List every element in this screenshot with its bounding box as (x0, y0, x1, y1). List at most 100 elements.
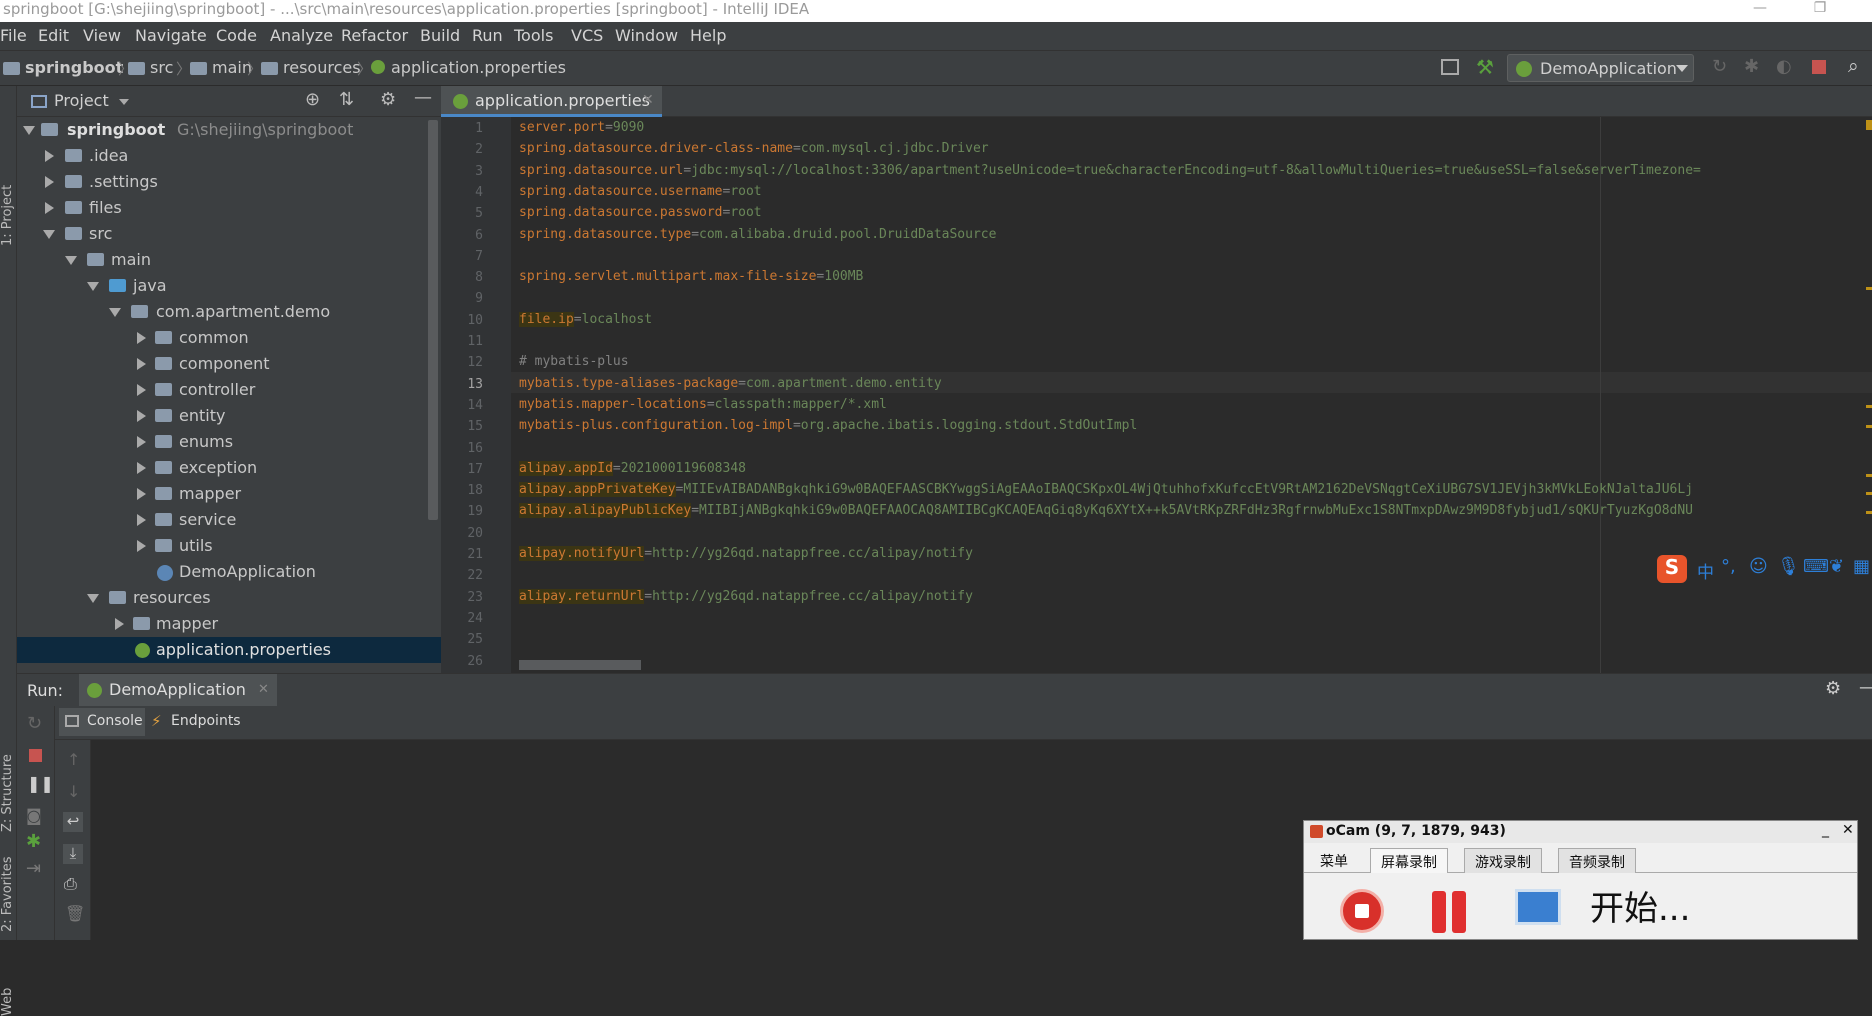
record-button[interactable] (1340, 889, 1384, 933)
tree-item-springboot[interactable]: springboot G:\shejiing\springboot (17, 117, 441, 143)
error-stripe-mark[interactable] (1866, 287, 1872, 290)
coverage-icon[interactable]: ◐ (1776, 56, 1792, 77)
expand-arrow-icon[interactable] (137, 436, 146, 448)
menu-build[interactable]: Build (420, 26, 460, 45)
gear-icon[interactable]: ⚙ (380, 89, 396, 110)
screen-capture-icon[interactable] (1515, 889, 1561, 925)
breadcrumb-item-resources[interactable]: resources (261, 58, 361, 77)
punctuation-icon[interactable]: °, (1721, 556, 1736, 577)
stripe-favorites[interactable]: 2: Favorites (0, 856, 15, 932)
menu-window[interactable]: Window (615, 26, 678, 45)
expand-arrow-icon[interactable] (137, 358, 146, 370)
tree-item-controller[interactable]: controller (17, 377, 441, 403)
close-tab-icon[interactable]: ✕ (258, 682, 269, 697)
exit-icon[interactable]: ⇥ (26, 858, 41, 879)
tree-item-common[interactable]: common (17, 325, 441, 351)
menu-navigate[interactable]: Navigate (135, 26, 207, 45)
gear-icon[interactable]: ⚙ (1825, 678, 1841, 699)
expand-arrow-icon[interactable] (115, 618, 124, 630)
menu-tools[interactable]: Tools (514, 26, 553, 45)
tree-item-settings[interactable]: .settings (17, 169, 441, 195)
breadcrumb-item-main[interactable]: main (190, 58, 252, 77)
tree-item-demoapplication[interactable]: DemoApplication (17, 559, 441, 585)
tree-item-resources-mapper[interactable]: mapper (17, 611, 441, 637)
ocam-tab-audio-record[interactable]: 音频录制 (1558, 848, 1636, 873)
collapse-all-icon[interactable]: ⇅ (339, 89, 354, 110)
tree-item-application-properties[interactable]: application.properties (17, 637, 441, 663)
hide-panel-icon[interactable]: — (414, 87, 432, 108)
tree-item-idea[interactable]: .idea (17, 143, 441, 169)
tree-item-java[interactable]: java (17, 273, 441, 299)
expand-arrow-icon[interactable] (87, 282, 99, 291)
microphone-icon[interactable]: 🎙 (1777, 556, 1800, 577)
menu-file[interactable]: File (0, 26, 27, 45)
tab-endpoints[interactable]: Endpoints (171, 713, 241, 729)
menu-refactor[interactable]: Refactor (341, 26, 408, 45)
tab-console[interactable]: Console (59, 708, 145, 736)
error-stripe-mark[interactable] (1866, 405, 1872, 408)
error-stripe-mark[interactable] (1866, 511, 1872, 514)
close-tab-icon[interactable]: ✕ (642, 92, 654, 108)
skin-icon[interactable]: ❦ (1829, 556, 1844, 577)
print-icon[interactable]: ⎙ (64, 874, 77, 894)
expand-arrow-icon[interactable] (137, 462, 146, 474)
breadcrumb-item-src[interactable]: src (128, 58, 173, 77)
run-configuration-select[interactable]: DemoApplication (1507, 54, 1694, 82)
tree-item-component[interactable]: component (17, 351, 441, 377)
ocam-tab-screen-record[interactable]: 屏幕录制 (1370, 848, 1448, 873)
expand-arrow-icon[interactable] (43, 230, 55, 239)
tree-scrollbar[interactable] (428, 120, 438, 520)
build-hammer-icon[interactable]: ⚒ (1476, 55, 1494, 79)
camera-icon[interactable]: ◙ (26, 806, 42, 825)
ime-mode-toggle[interactable]: 中 (1697, 558, 1714, 583)
tree-item-files[interactable]: files (17, 195, 441, 221)
tree-item-resources[interactable]: resources (17, 585, 441, 611)
hide-panel-icon[interactable]: — (1859, 677, 1872, 698)
close-icon[interactable]: ✕ (1842, 822, 1854, 838)
expand-arrow-icon[interactable] (137, 410, 146, 422)
expand-arrow-icon[interactable] (45, 150, 54, 162)
pause-bar-icon[interactable] (1452, 891, 1466, 933)
ocam-tab-game-record[interactable]: 游戏录制 (1464, 848, 1542, 873)
keyboard-icon[interactable]: ⌨ (1803, 556, 1829, 577)
menu-help[interactable]: Help (690, 26, 726, 45)
ocam-tab-menu[interactable]: 菜单 (1310, 848, 1358, 873)
tree-item-enums[interactable]: enums (17, 429, 441, 455)
breadcrumb-item-springboot[interactable]: springboot (3, 58, 123, 77)
expand-arrow-icon[interactable] (137, 384, 146, 396)
scroll-to-end-icon[interactable]: ⤓ (63, 844, 83, 864)
soft-wrap-icon[interactable]: ↩ (63, 812, 83, 832)
menu-code[interactable]: Code (216, 26, 257, 45)
stop-icon[interactable] (29, 749, 42, 762)
error-stripe-mark[interactable] (1866, 474, 1872, 477)
expand-arrow-icon[interactable] (45, 202, 54, 214)
tree-item-utils[interactable]: utils (17, 533, 441, 559)
expand-arrow-icon[interactable] (137, 488, 146, 500)
emoji-icon[interactable]: ☺ (1749, 556, 1768, 577)
minimize-icon[interactable]: — (1737, 0, 1783, 22)
chevron-down-icon[interactable] (119, 99, 129, 105)
expand-arrow-icon[interactable] (87, 594, 99, 603)
expand-arrow-icon[interactable] (45, 176, 54, 188)
sogou-logo-icon[interactable]: S (1657, 555, 1687, 583)
up-arrow-icon[interactable]: ↑ (67, 750, 80, 769)
layout-icon[interactable] (1441, 59, 1459, 75)
down-arrow-icon[interactable]: ↓ (67, 782, 80, 801)
expand-arrow-icon[interactable] (23, 126, 35, 135)
menu-view[interactable]: View (83, 26, 121, 45)
stop-icon[interactable] (1812, 60, 1826, 74)
trash-icon[interactable]: 🗑 (65, 904, 85, 923)
expand-arrow-icon[interactable] (109, 308, 121, 317)
run-tab-demoapplication[interactable]: DemoApplication ✕ (79, 674, 277, 706)
stripe-project[interactable]: 1: Project (0, 185, 15, 246)
error-stripe-mark[interactable] (1866, 492, 1872, 495)
restore-icon[interactable]: ❐ (1797, 0, 1843, 22)
expand-arrow-icon[interactable] (137, 540, 146, 552)
editor-horizontal-scrollbar[interactable] (519, 660, 641, 670)
rerun-icon[interactable]: ↻ (1712, 56, 1727, 77)
pause-bar-icon[interactable] (1432, 891, 1446, 933)
error-stripe-mark[interactable] (1866, 425, 1872, 428)
tab-application-properties[interactable]: application.properties ✕ (441, 86, 662, 117)
tree-item-main[interactable]: main (17, 247, 441, 273)
breadcrumb-item-file[interactable]: application.properties (371, 58, 566, 77)
